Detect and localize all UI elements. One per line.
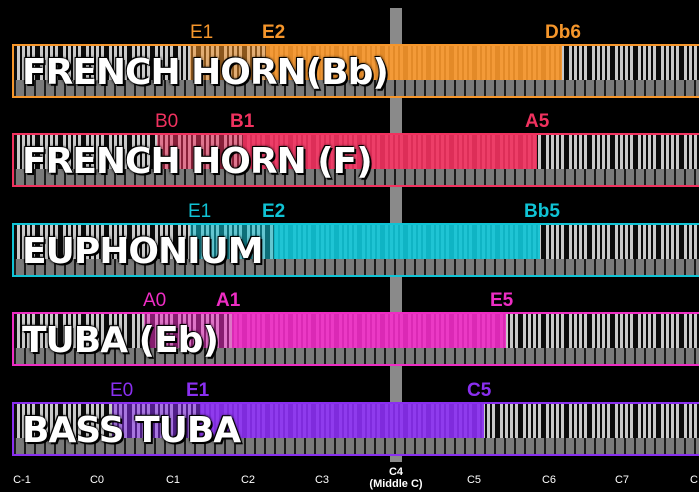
instrument-row-euphonium: E1 E2 Bb5 EUPHONIUM bbox=[0, 187, 699, 277]
instrument-row-tuba-eb: A0 A1 E5 TUBA (Eb) bbox=[0, 276, 699, 366]
high-note-label: Bb5 bbox=[524, 201, 560, 222]
high-note-label: C5 bbox=[467, 380, 492, 401]
octave-label: C7 bbox=[614, 474, 630, 486]
high-note-label: E5 bbox=[490, 290, 514, 311]
octave-label: C bbox=[690, 474, 698, 486]
instrument-row-french-horn-bb: E1 E2 Db6 FRENCH HORN(Bb) bbox=[0, 8, 699, 98]
extended-low-note-label: E1 bbox=[190, 22, 214, 43]
high-note-label: A5 bbox=[525, 111, 550, 132]
playable-range-fill bbox=[274, 225, 540, 275]
instrument-name: FRENCH HORN (F) bbox=[22, 141, 373, 182]
extended-low-note-label: A0 bbox=[143, 290, 167, 311]
playable-range-fill bbox=[232, 314, 506, 364]
low-note-label: A1 bbox=[216, 290, 241, 311]
octave-label: C5 bbox=[466, 474, 482, 486]
extended-low-note-label: B0 bbox=[155, 111, 179, 132]
low-note-label: E1 bbox=[186, 380, 210, 401]
instrument-name: TUBA (Eb) bbox=[22, 320, 219, 361]
instrument-name: BASS TUBA bbox=[22, 410, 241, 451]
octave-label: C1 bbox=[165, 474, 181, 486]
extended-low-note-label: E0 bbox=[110, 380, 134, 401]
octave-label: C0 bbox=[89, 474, 105, 486]
octave-label: C-1 bbox=[13, 474, 31, 486]
octave-label: C6 bbox=[541, 474, 557, 486]
high-note-label: Db6 bbox=[545, 22, 581, 43]
low-note-label: E2 bbox=[262, 22, 286, 43]
low-note-label: E2 bbox=[262, 201, 286, 222]
playable-range-fill bbox=[200, 404, 484, 454]
octave-label: C4 bbox=[388, 466, 404, 478]
instrument-name: FRENCH HORN(Bb) bbox=[22, 52, 389, 93]
middle-c-caption: (Middle C) bbox=[369, 478, 423, 490]
instrument-row-bass-tuba: E0 E1 C5 BASS TUBA bbox=[0, 366, 699, 456]
instrument-row-french-horn-f: B0 B1 A5 FRENCH HORN (F) bbox=[0, 97, 699, 187]
extended-low-note-label: E1 bbox=[188, 201, 212, 222]
octave-label: C3 bbox=[314, 474, 330, 486]
low-note-label: B1 bbox=[230, 111, 255, 132]
middle-c-label: C4 (Middle C) bbox=[369, 466, 422, 490]
instrument-name: EUPHONIUM bbox=[22, 231, 264, 272]
octave-label: C2 bbox=[240, 474, 256, 486]
